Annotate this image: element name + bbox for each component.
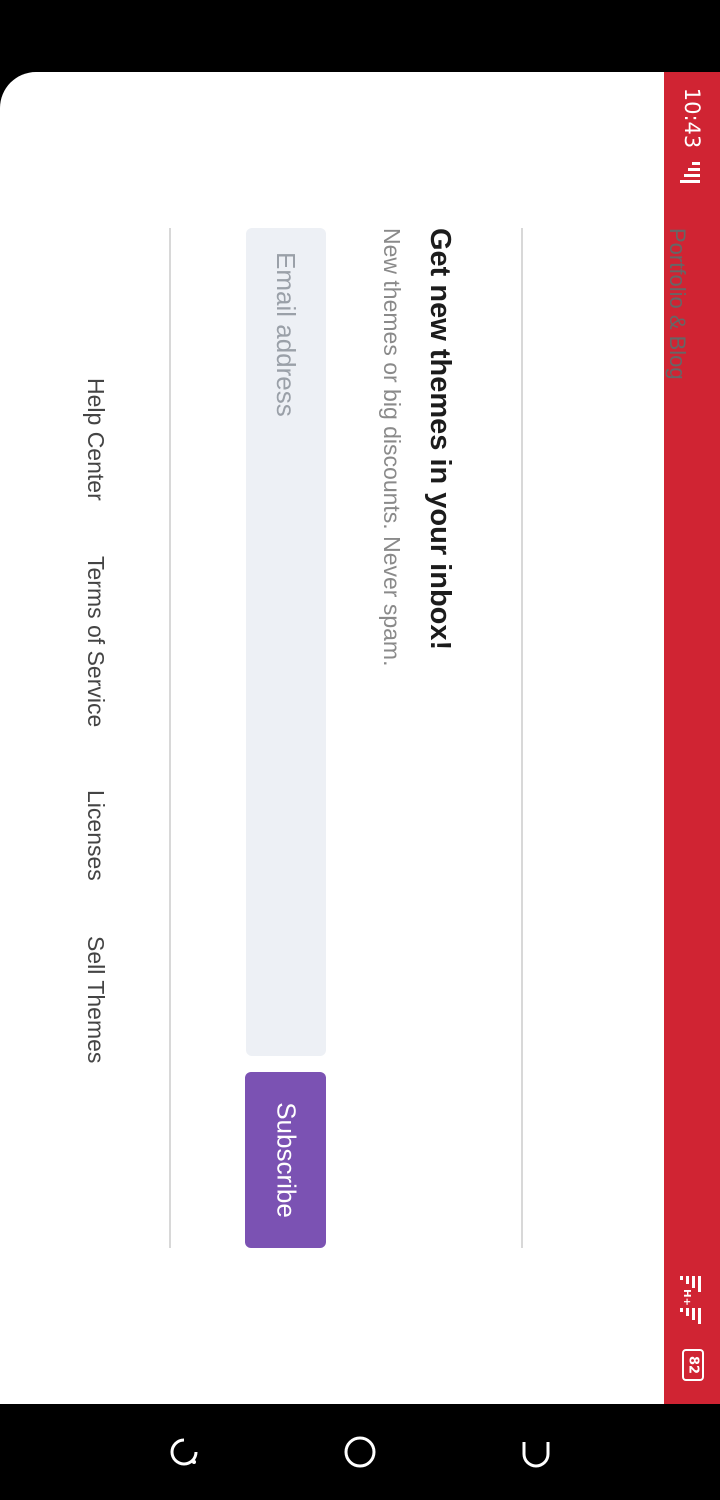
recent-apps-icon[interactable] bbox=[164, 1432, 204, 1472]
network-type-label: H+ bbox=[680, 1289, 692, 1306]
subscribe-label: Subscribe bbox=[271, 1102, 301, 1218]
divider-top bbox=[521, 228, 523, 1248]
navigation-bar bbox=[0, 1404, 720, 1500]
app-screen: Portfolio & Blog Get new themes in your … bbox=[0, 72, 720, 1404]
newsletter-title: Get new themes in your inbox! bbox=[424, 228, 456, 651]
battery-icon: 82 bbox=[682, 1349, 704, 1381]
subscribe-button[interactable]: Subscribe bbox=[245, 1072, 326, 1248]
divider-bottom bbox=[169, 228, 171, 1248]
footer-link-help-center[interactable]: Help Center bbox=[82, 378, 109, 501]
battery-level: 82 bbox=[685, 1355, 701, 1375]
home-icon[interactable] bbox=[340, 1432, 380, 1472]
signal-icon: H+ bbox=[676, 1274, 704, 1338]
back-icon[interactable] bbox=[516, 1432, 556, 1472]
email-placeholder: Email address bbox=[271, 252, 301, 417]
cut-off-heading: Portfolio & Blog bbox=[665, 228, 690, 380]
status-time: 10:43 bbox=[680, 87, 704, 149]
footer-link-licenses[interactable]: Licenses bbox=[82, 790, 109, 881]
newsletter-subtitle: New themes or big discounts. Never spam. bbox=[379, 228, 405, 667]
wifi-icon bbox=[676, 158, 704, 186]
footer-link-terms-of-service[interactable]: Terms of Service bbox=[82, 556, 109, 727]
footer-link-sell-themes[interactable]: Sell Themes bbox=[82, 936, 109, 1063]
